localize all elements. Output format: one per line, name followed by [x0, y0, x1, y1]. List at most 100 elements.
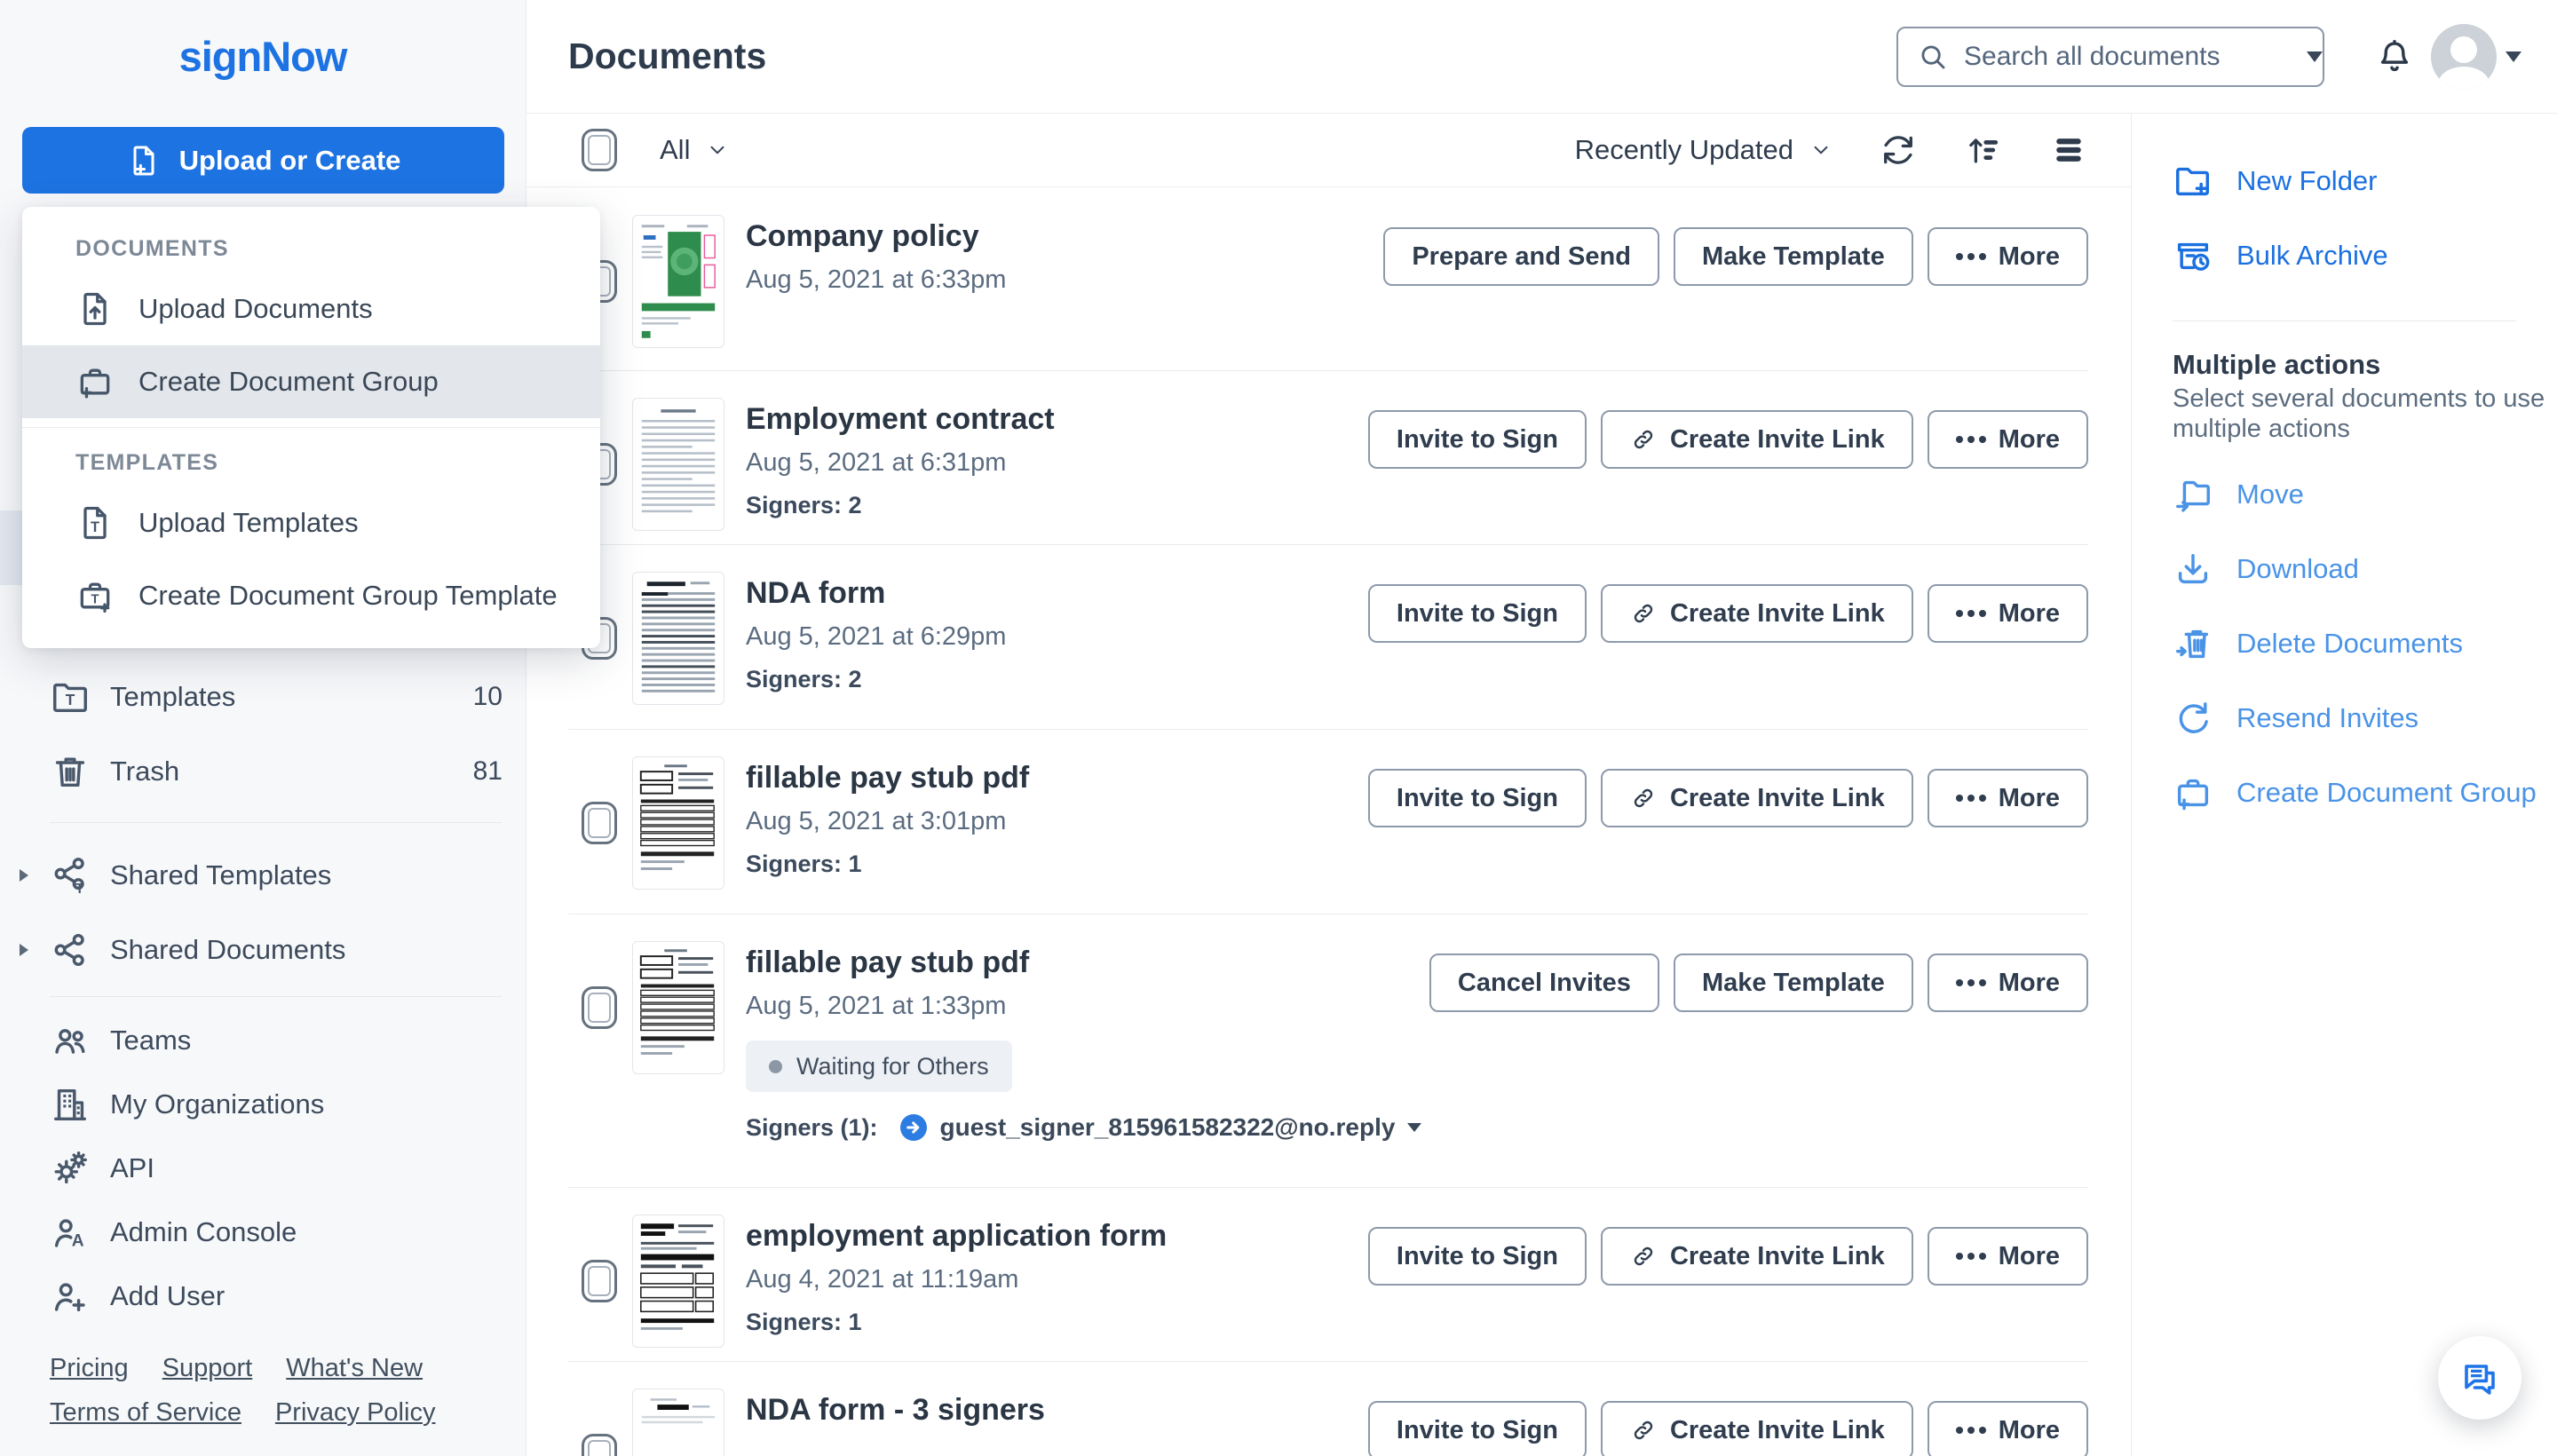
sidebar-item-add-user[interactable]: Add User: [0, 1264, 526, 1328]
avatar[interactable]: [2431, 24, 2497, 90]
folder-plus-icon: [2176, 167, 2210, 196]
document-title[interactable]: employment application form: [746, 1216, 1167, 1255]
invite-to-sign-button[interactable]: Invite to Sign: [1367, 410, 1587, 469]
sort-dropdown[interactable]: Recently Updated: [1575, 134, 1833, 166]
signer-email[interactable]: guest_signer_815961582322@no.reply: [940, 1113, 1396, 1142]
sidebar-item-shared-documents[interactable]: Shared Documents: [0, 913, 526, 987]
document-title[interactable]: NDA form - 3 signers: [746, 1390, 1045, 1429]
sidebar-item-my-organizations[interactable]: My Organizations: [0, 1072, 526, 1136]
document-thumbnail[interactable]: [632, 215, 724, 348]
more-button[interactable]: More: [1927, 1401, 2088, 1456]
more-button[interactable]: More: [1927, 954, 2088, 1012]
sidebar-item-templates[interactable]: T Templates 10: [0, 660, 526, 734]
button-label: Create Invite Link: [1669, 424, 1885, 454]
invite-to-sign-button[interactable]: Invite to Sign: [1367, 1401, 1587, 1456]
sidebar-item-label: Trash: [110, 756, 180, 787]
panel-action-resend-invites[interactable]: Resend Invites: [2173, 681, 2539, 756]
upload-or-create-button[interactable]: Upload or Create: [22, 127, 504, 194]
support-chat-button[interactable]: [2438, 1336, 2521, 1420]
row-checkbox[interactable]: [582, 1260, 617, 1302]
signer-caret-icon[interactable]: [1407, 1123, 1422, 1132]
menu-item-create-document-group-template[interactable]: T Create Document Group Template: [22, 559, 600, 632]
more-button[interactable]: More: [1927, 227, 2088, 286]
panel-action-create-document-group[interactable]: Create Document Group: [2173, 756, 2539, 830]
prepare-and-send-button[interactable]: Prepare and Send: [1383, 227, 1659, 286]
invite-to-sign-button[interactable]: Invite to Sign: [1367, 584, 1587, 643]
search-input[interactable]: [1964, 42, 2307, 72]
document-actions: Invite to Sign Create Invite Link More: [1367, 584, 2088, 643]
create-invite-link-button[interactable]: Create Invite Link: [1600, 1227, 1913, 1286]
document-thumbnail[interactable]: [632, 1215, 724, 1348]
create-invite-link-button[interactable]: Create Invite Link: [1600, 410, 1913, 469]
document-title[interactable]: fillable pay stub pdf: [746, 758, 1029, 797]
footer-link-pricing[interactable]: Pricing: [50, 1354, 129, 1383]
footer-link-support[interactable]: Support: [162, 1354, 253, 1383]
search-icon: [1916, 40, 1950, 74]
document-title[interactable]: Company policy: [746, 217, 1006, 256]
search-scope-caret-icon[interactable]: [2307, 51, 2323, 62]
panel-action-bulk-archive[interactable]: Bulk Archive: [2173, 218, 2539, 293]
sidebar-item-shared-templates[interactable]: T Shared Templates: [0, 838, 526, 913]
invite-to-sign-button[interactable]: Invite to Sign: [1367, 1227, 1587, 1286]
notifications-bell-icon[interactable]: [2374, 36, 2415, 77]
create-invite-link-button[interactable]: Create Invite Link: [1600, 584, 1913, 643]
sidebar-item-label: Admin Console: [110, 1216, 297, 1247]
more-button[interactable]: More: [1927, 1227, 2088, 1286]
filter-dropdown[interactable]: All: [660, 134, 729, 166]
menu-item-upload-documents[interactable]: Upload Documents: [22, 273, 600, 345]
select-all-checkbox[interactable]: [582, 129, 617, 171]
document-thumbnail[interactable]: [632, 756, 724, 890]
panel-action-move[interactable]: Move: [2173, 457, 2539, 532]
row-checkbox[interactable]: [582, 1434, 617, 1456]
footer-link-privacy-policy[interactable]: Privacy Policy: [275, 1398, 436, 1428]
search-box[interactable]: [1896, 27, 2324, 87]
footer-link-terms-of-service[interactable]: Terms of Service: [50, 1398, 241, 1428]
document-title[interactable]: NDA form: [746, 574, 1006, 613]
sidebar-item-trash[interactable]: Trash 81: [0, 734, 526, 809]
menu-item-create-document-group[interactable]: Create Document Group: [22, 345, 600, 418]
row-checkbox[interactable]: [582, 986, 617, 1029]
invite-to-sign-button[interactable]: Invite to Sign: [1367, 769, 1587, 827]
document-thumbnail[interactable]: [632, 398, 724, 531]
create-invite-link-button[interactable]: Create Invite Link: [1600, 769, 1913, 827]
menu-item-upload-templates[interactable]: T Upload Templates: [22, 487, 600, 559]
account-menu[interactable]: [2431, 24, 2521, 90]
signers-count: Signers: 1: [746, 851, 862, 877]
chevron-down-icon: [710, 146, 724, 154]
expand-caret-icon[interactable]: [20, 944, 28, 956]
footer-link-what-s-new[interactable]: What's New: [286, 1354, 423, 1383]
button-label: Cancel Invites: [1457, 968, 1631, 997]
panel-action-download[interactable]: Download: [2173, 532, 2539, 606]
sidebar-item-api[interactable]: API: [0, 1136, 526, 1200]
more-button[interactable]: More: [1927, 584, 2088, 643]
sidebar-divider: [50, 996, 502, 997]
document-actions: Invite to Sign Create Invite Link More: [1367, 1227, 2088, 1286]
document-info: fillable pay stub pdf Aug 5, 2021 at 3:01…: [746, 756, 1029, 879]
list-view-icon[interactable]: [2049, 131, 2088, 170]
sidebar-item-teams[interactable]: Teams: [0, 1009, 526, 1072]
create-invite-link-button[interactable]: Create Invite Link: [1600, 1401, 1913, 1456]
document-info: NDA form Aug 5, 2021 at 6:29pm Signers: 2: [746, 572, 1006, 694]
folder-template-icon: T: [53, 683, 87, 713]
api-gears-icon: [54, 1151, 87, 1184]
refresh-icon[interactable]: [1879, 131, 1918, 170]
document-title[interactable]: fillable pay stub pdf: [746, 943, 1421, 982]
sidebar-item-admin-console[interactable]: A Admin Console: [0, 1200, 526, 1264]
cancel-invites-button[interactable]: Cancel Invites: [1429, 954, 1659, 1012]
more-button[interactable]: More: [1927, 769, 2088, 827]
document-title[interactable]: Employment contract: [746, 400, 1055, 439]
row-checkbox[interactable]: [582, 802, 617, 844]
more-button[interactable]: More: [1927, 410, 2088, 469]
make-template-button[interactable]: Make Template: [1673, 954, 1913, 1012]
panel-action-new-folder[interactable]: New Folder: [2173, 144, 2539, 218]
document-thumbnail[interactable]: [632, 1389, 724, 1456]
panel-action-delete-documents[interactable]: Delete Documents: [2173, 606, 2539, 681]
make-template-button[interactable]: Make Template: [1673, 227, 1913, 286]
document-thumbnail[interactable]: [632, 941, 724, 1074]
expand-caret-icon[interactable]: [20, 869, 28, 882]
document-thumbnail[interactable]: [632, 572, 724, 705]
button-label: Make Template: [1701, 241, 1885, 271]
search-icon: [1921, 45, 1945, 69]
sort-order-icon[interactable]: [1964, 131, 2003, 170]
chat-bubbles-icon: [2465, 1365, 2495, 1395]
